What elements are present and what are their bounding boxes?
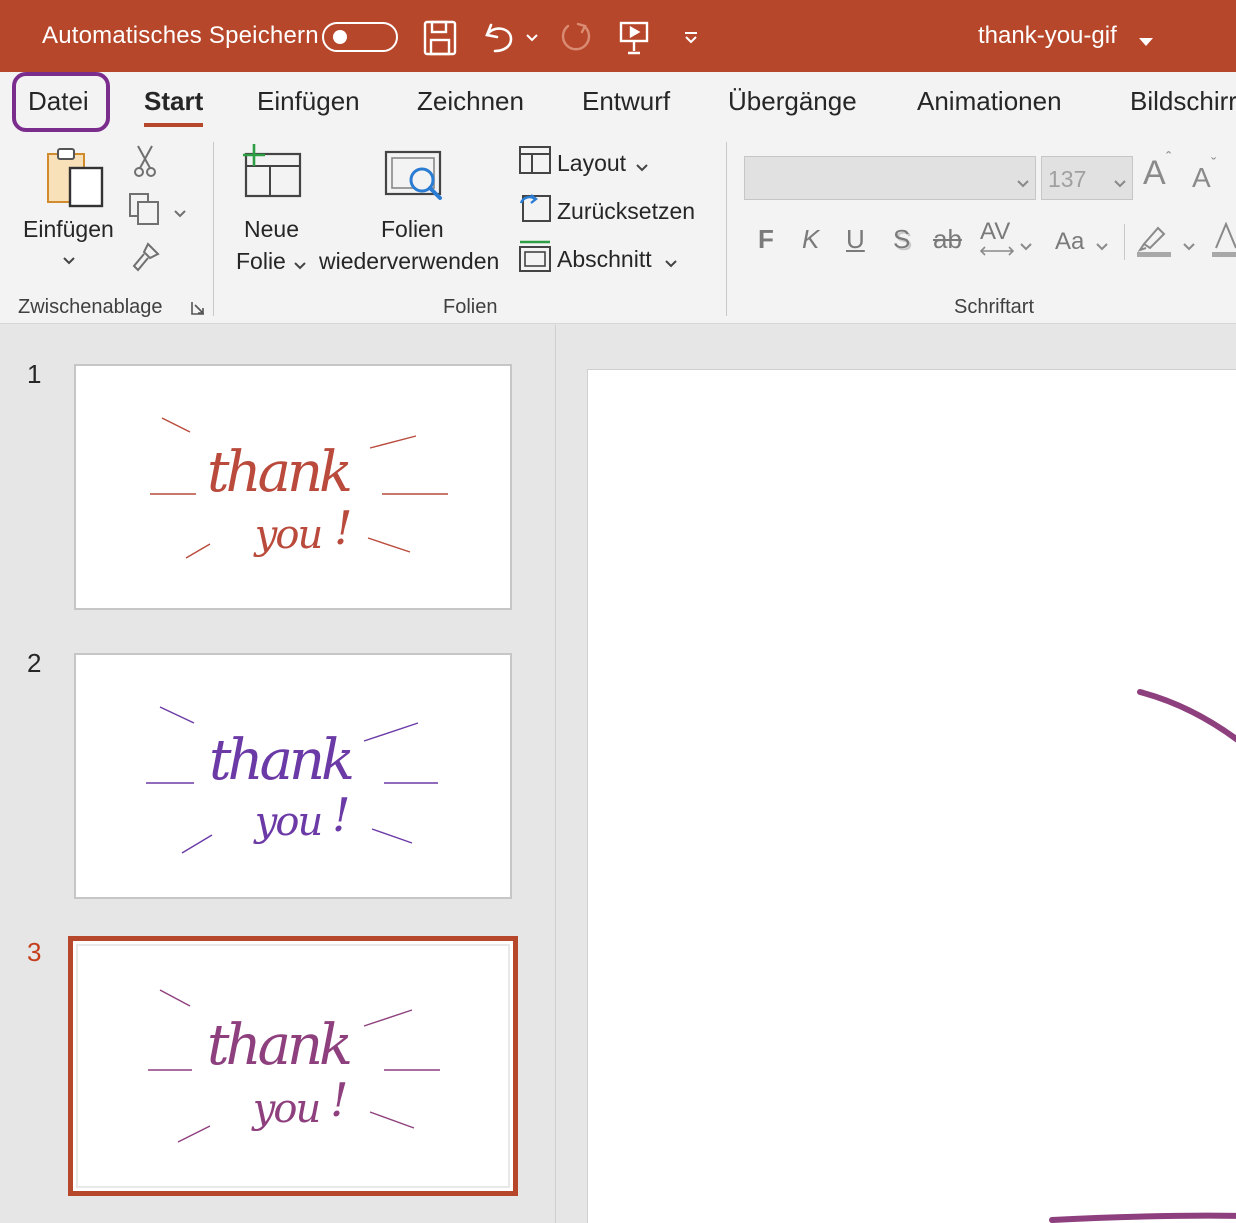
slide-thumbnail-1[interactable]: thank you ! — [74, 364, 512, 610]
save-icon[interactable] — [420, 18, 460, 58]
slide-number: 2 — [27, 648, 42, 678]
title-dropdown-icon[interactable] — [1138, 34, 1154, 52]
thank-you-lettering: thank you ! — [148, 989, 440, 1143]
ray-stroke-top — [1137, 689, 1236, 743]
layout-dropdown-icon[interactable] — [636, 159, 648, 177]
reset-button[interactable]: Zurücksetzen — [557, 198, 695, 225]
clipboard-group-label: Zwischenablage — [18, 296, 163, 318]
slide-number: 1 — [27, 359, 42, 389]
copy-icon[interactable] — [128, 192, 162, 231]
strikethrough-button[interactable]: ab — [933, 224, 962, 255]
toggle-knob — [333, 30, 347, 44]
font-group-label: Schriftart — [954, 296, 1035, 318]
document-title[interactable]: thank-you-gif — [978, 22, 1117, 50]
autosave-toggle[interactable] — [322, 22, 398, 52]
highlight-color-icon[interactable] — [1136, 222, 1172, 263]
present-icon[interactable] — [614, 18, 654, 58]
layout-button[interactable]: Layout — [557, 150, 626, 177]
thank-text: thank — [207, 440, 350, 505]
tab-zeichnen[interactable]: Zeichnen — [417, 86, 524, 117]
ribbon-tabs: Datei Start Einfügen Zeichnen Entwurf Üb… — [0, 72, 1236, 138]
font-size-dropdown-icon[interactable] — [1114, 175, 1126, 193]
shrink-font-button[interactable]: A — [1192, 162, 1211, 194]
format-painter-icon[interactable] — [130, 240, 162, 277]
tab-start[interactable]: Start — [144, 86, 204, 127]
shadow-button[interactable]: S — [893, 224, 910, 255]
thank-you-lettering: thank you ! — [146, 706, 438, 854]
thank-you-lettering: thank you ! — [150, 417, 448, 559]
italic-button[interactable]: K — [802, 224, 819, 255]
customize-qat-icon[interactable] — [680, 18, 702, 58]
tab-datei[interactable]: Datei — [28, 86, 89, 117]
tab-einfuegen[interactable]: Einfügen — [257, 86, 360, 117]
undo-icon[interactable] — [480, 18, 520, 58]
font-size-combo[interactable]: 137 — [1041, 156, 1133, 200]
ribbon: Einfügen Zwischenablage Neue Folie Folie… — [0, 138, 1236, 324]
char-spacing-button[interactable]: AV — [980, 218, 1010, 246]
you-text: you — [253, 799, 321, 845]
paste-button[interactable]: Einfügen — [23, 216, 114, 243]
you-text: you — [251, 1086, 319, 1132]
reuse-slides-icon[interactable] — [382, 148, 448, 209]
tab-bildschirmpraesentation[interactable]: Bildschirr — [1130, 86, 1236, 117]
highlight-dropdown-icon[interactable] — [1183, 238, 1195, 256]
redo-icon — [556, 18, 596, 58]
new-slide-label-2[interactable]: Folie — [236, 248, 286, 275]
slide-thumbnails-pane: 1 thank you ! 2 thank you ! 3 thank you … — [0, 325, 556, 1223]
underline-button[interactable]: U — [846, 224, 865, 255]
layout-icon[interactable] — [519, 146, 551, 179]
exclamation-text: ! — [330, 1073, 349, 1127]
section-dropdown-icon[interactable] — [665, 255, 677, 273]
reuse-slides-label-2[interactable]: wiederverwenden — [319, 248, 499, 275]
thank-text: thank — [209, 728, 352, 793]
cut-icon[interactable] — [132, 144, 158, 183]
paste-icon[interactable] — [44, 146, 106, 213]
change-case-button[interactable]: Aa — [1055, 228, 1084, 256]
section-icon[interactable] — [519, 240, 551, 277]
tab-uebergaenge[interactable]: Übergänge — [728, 86, 857, 117]
bold-button[interactable]: F — [758, 224, 774, 255]
autosave-label: Automatisches Speichern — [42, 22, 319, 49]
font-size-value: 137 — [1048, 166, 1087, 192]
new-slide-icon[interactable] — [240, 144, 304, 205]
clipboard-launcher-icon[interactable] — [190, 300, 206, 321]
slide-editing-area — [557, 325, 1236, 1223]
char-spacing-dropdown-icon[interactable] — [1020, 238, 1032, 256]
tab-entwurf[interactable]: Entwurf — [582, 86, 670, 117]
ribbon-separator — [726, 142, 727, 316]
font-name-combo[interactable] — [744, 156, 1036, 200]
title-bar: Automatisches Speichern thank-you-gif — [0, 0, 1236, 72]
ribbon-separator — [1124, 224, 1125, 260]
font-color-icon[interactable] — [1212, 221, 1236, 263]
slides-group-label: Folien — [443, 296, 498, 318]
change-case-dropdown-icon[interactable] — [1096, 238, 1108, 256]
reuse-slides-label-1[interactable]: Folien — [381, 216, 444, 243]
reset-icon[interactable] — [519, 193, 551, 228]
slide-ray-strokes — [1049, 689, 1236, 1223]
undo-dropdown-icon[interactable] — [522, 18, 542, 58]
copy-dropdown-icon[interactable] — [174, 205, 186, 223]
slide-thumbnail-3[interactable]: thank you ! — [68, 936, 518, 1196]
tab-animationen[interactable]: Animationen — [917, 86, 1062, 117]
section-button[interactable]: Abschnitt — [557, 246, 652, 273]
ray-stroke-bottom — [1049, 1212, 1236, 1223]
ribbon-separator — [213, 142, 214, 316]
shrink-font-caret-icon: ˇ — [1211, 156, 1217, 173]
thank-text: thank — [207, 1013, 350, 1078]
grow-font-caret-icon: ˆ — [1166, 150, 1172, 167]
slide-thumbnail-2[interactable]: thank you ! — [74, 653, 512, 899]
slide-canvas[interactable] — [587, 369, 1236, 1223]
paste-dropdown-icon[interactable] — [63, 252, 75, 270]
grow-font-button[interactable]: A — [1143, 154, 1166, 193]
font-name-dropdown-icon[interactable] — [1017, 175, 1029, 193]
new-slide-label-1[interactable]: Neue — [244, 216, 299, 243]
exclamation-text: ! — [332, 788, 351, 842]
slide-number: 3 — [27, 937, 42, 967]
exclamation-text: ! — [334, 501, 353, 555]
char-spacing-arrows-icon — [979, 244, 1015, 262]
new-slide-dropdown-icon[interactable] — [294, 257, 306, 275]
you-text: you — [253, 512, 321, 558]
